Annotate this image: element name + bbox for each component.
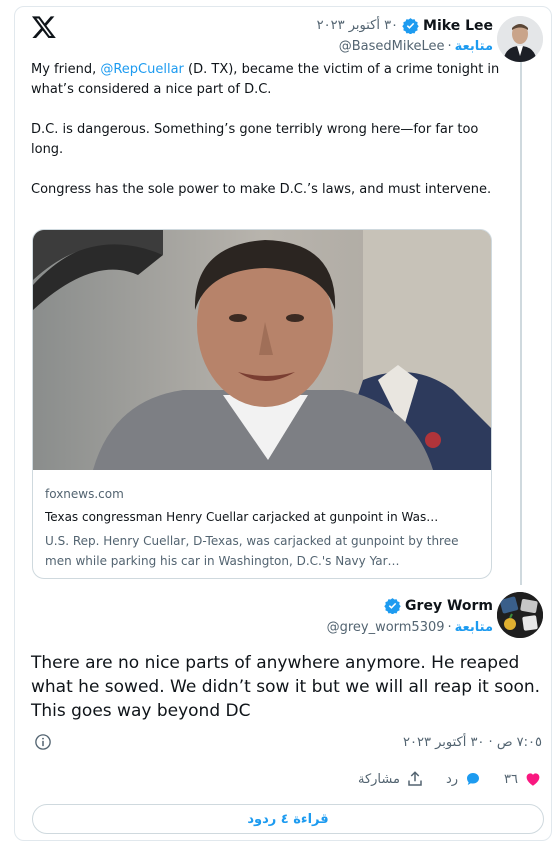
separator-dot: · bbox=[447, 620, 452, 635]
tweet-paragraph-2: D.C. is dangerous. Something’s gone terr… bbox=[31, 122, 479, 157]
reply-author-row: Grey Worm bbox=[384, 597, 493, 614]
share-action[interactable]: مشاركة bbox=[358, 770, 424, 788]
card-title[interactable]: Texas congressman Henry Cuellar carjacke… bbox=[45, 510, 485, 524]
card-description: U.S. Rep. Henry Cuellar, D-Texas, was ca… bbox=[45, 534, 459, 568]
thread-connector-line bbox=[520, 62, 522, 585]
reply-tweet-text: There are no nice parts of anywhere anym… bbox=[31, 653, 541, 721]
news-photo bbox=[33, 230, 491, 470]
follow-button-grey-worm[interactable]: متابعة bbox=[455, 620, 493, 635]
quoted-date[interactable]: ٣٠ أكتوبر ٢٠٢٣ bbox=[317, 18, 398, 33]
like-action[interactable]: ٣٦ bbox=[504, 770, 542, 788]
follow-button-mike-lee[interactable]: متابعة bbox=[455, 39, 493, 54]
card-domain: foxnews.com bbox=[45, 487, 124, 501]
reply-author-name[interactable]: Grey Worm bbox=[405, 598, 493, 614]
reply-label: رد bbox=[445, 771, 459, 787]
verified-badge-icon bbox=[402, 18, 419, 34]
tweet-intro-text: My friend, bbox=[31, 62, 101, 77]
quoted-tweet-text: My friend, @RepCuellar (D. TX), became t… bbox=[31, 60, 501, 220]
tweet-paragraph-3: Congress has the sole power to make D.C.… bbox=[31, 182, 492, 197]
info-icon[interactable] bbox=[34, 733, 52, 751]
quoted-handle-row: @BasedMikeLee · متابعة bbox=[339, 39, 493, 54]
speech-bubble-icon bbox=[467, 773, 480, 785]
x-logo-icon[interactable] bbox=[31, 14, 57, 40]
share-label: مشاركة bbox=[357, 771, 400, 787]
action-bar: ٣٦ رد مشاركة bbox=[358, 770, 542, 788]
separator-dot: · bbox=[447, 39, 452, 54]
share-upload-icon bbox=[408, 771, 422, 786]
heart-icon bbox=[526, 773, 540, 786]
reply-handle-row: @grey_worm5309 · متابعة bbox=[327, 620, 493, 635]
reply-timestamp[interactable]: ٧:٠٥ ص · ٣٠ أكتوبر ٢٠٢٣ bbox=[403, 735, 542, 750]
quoted-author-name[interactable]: Mike Lee bbox=[423, 18, 493, 34]
avatar-grey-worm[interactable] bbox=[497, 592, 543, 638]
read-replies-button[interactable]: قراءة ٤ ردود bbox=[32, 804, 544, 834]
likes-count: ٣٦ bbox=[504, 771, 518, 787]
quoted-handle[interactable]: @BasedMikeLee bbox=[339, 39, 445, 54]
avatar-mike-lee[interactable] bbox=[497, 16, 543, 62]
quoted-author-row: Mike Lee ٣٠ أكتوبر ٢٠٢٣ bbox=[317, 17, 493, 34]
reply-action[interactable]: رد bbox=[446, 770, 482, 788]
mention-link[interactable]: @RepCuellar bbox=[100, 62, 184, 77]
tweet-paragraph-1: My friend, @RepCuellar (D. TX), became t… bbox=[31, 60, 501, 100]
verified-badge-icon bbox=[384, 598, 401, 614]
reply-handle[interactable]: @grey_worm5309 bbox=[327, 620, 445, 635]
link-preview-card[interactable]: foxnews.com Texas congressman Henry Cuel… bbox=[32, 229, 492, 579]
